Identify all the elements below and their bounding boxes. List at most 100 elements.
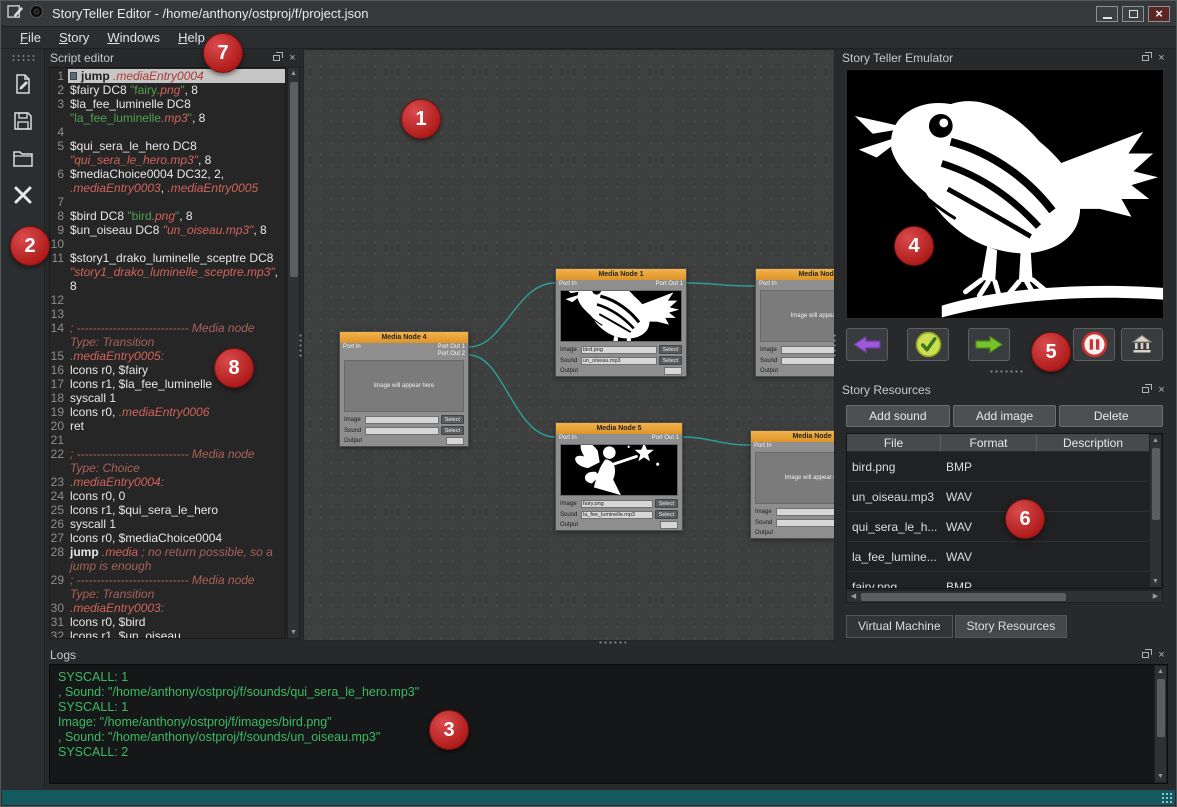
menu-windows[interactable]: Windows — [98, 27, 169, 48]
field-value[interactable]: fairy.png — [581, 500, 653, 508]
add-sound-button[interactable]: Add sound — [846, 405, 950, 427]
resize-grip[interactable] — [1161, 792, 1172, 803]
table-header-row: File Format Description — [847, 434, 1149, 452]
port-in[interactable]: Port In — [559, 435, 577, 442]
logs-output[interactable]: SYSCALL: 1, Sound: "/home/anthony/ostpro… — [49, 664, 1168, 784]
table-vertical-scrollbar[interactable]: ▲ ▼ — [1149, 434, 1162, 588]
open-project-button[interactable] — [8, 143, 38, 173]
column-header-description[interactable]: Description — [1037, 434, 1149, 451]
column-header-file[interactable]: File — [847, 434, 941, 451]
menu-story[interactable]: Story — [50, 27, 98, 48]
scroll-left-arrow-icon[interactable]: ◀ — [847, 591, 860, 602]
field-value[interactable] — [776, 508, 835, 516]
close-dock-button[interactable]: × — [287, 53, 298, 63]
splitter-handle[interactable] — [298, 333, 303, 359]
media-node[interactable]: Media Node 2Port InImage will appear her… — [755, 268, 835, 377]
media-node[interactable]: Media Node 4Port InPort Out 1Port Out 2I… — [339, 331, 469, 447]
select-button[interactable]: Select — [659, 356, 682, 365]
delete-button[interactable]: Delete — [1059, 405, 1163, 427]
menu-file[interactable]: File — [11, 27, 50, 48]
table-row[interactable]: fairy.pngBMP — [847, 572, 1149, 589]
scroll-down-arrow-icon[interactable]: ▼ — [1155, 771, 1166, 782]
logs-vertical-scrollbar[interactable]: ▲ ▼ — [1154, 665, 1167, 783]
float-dock-button[interactable] — [1140, 385, 1151, 395]
close-button[interactable]: × — [1148, 6, 1170, 22]
select-button[interactable]: Select — [655, 510, 678, 519]
project-icon[interactable] — [29, 4, 44, 24]
field-value[interactable] — [781, 357, 835, 365]
run-button[interactable] — [8, 224, 38, 254]
table-row[interactable]: qui_sera_le_h...WAV — [847, 512, 1149, 542]
new-script-button[interactable] — [8, 69, 38, 99]
close-project-button[interactable] — [8, 180, 38, 210]
field-value[interactable] — [365, 416, 439, 424]
port-in[interactable]: Port In — [343, 344, 361, 358]
scroll-up-arrow-icon[interactable]: ▲ — [1155, 666, 1166, 677]
output-spinner[interactable] — [664, 367, 682, 375]
ports-out[interactable]: Port Out 1 — [652, 435, 679, 442]
port-in[interactable]: Port In — [759, 281, 777, 288]
splitter-handle[interactable] — [989, 369, 1023, 374]
ports-out[interactable]: Port Out 1 — [656, 281, 683, 288]
media-node[interactable]: Media Node 5Port InPort Out 1Imagefairy.… — [555, 422, 683, 531]
forward-button[interactable] — [968, 328, 1010, 361]
float-dock-button[interactable] — [271, 53, 282, 63]
port-in[interactable]: Port In — [559, 281, 577, 288]
scroll-right-arrow-icon[interactable]: ▶ — [1149, 591, 1162, 602]
float-dock-button[interactable] — [1140, 650, 1151, 660]
table-row[interactable]: la_fee_lumine...WAV — [847, 542, 1149, 572]
field-value[interactable]: bird.png — [581, 346, 657, 354]
select-button[interactable]: Select — [441, 415, 464, 424]
maximize-button[interactable] — [1122, 6, 1144, 22]
tab-story-resources[interactable]: Story Resources — [955, 615, 1068, 638]
close-dock-button[interactable]: × — [1156, 385, 1167, 395]
column-header-format[interactable]: Format — [941, 434, 1037, 451]
close-dock-button[interactable]: × — [1156, 650, 1167, 660]
pause-button[interactable] — [1073, 328, 1115, 361]
select-button[interactable]: Select — [655, 499, 678, 508]
media-node[interactable]: Media Node 1Port InPort Out 1Imagebird.p… — [555, 268, 687, 377]
field-value[interactable] — [781, 346, 835, 354]
validate-button[interactable] — [907, 328, 949, 361]
splitter-handle[interactable] — [598, 640, 626, 645]
select-button[interactable]: Select — [659, 345, 682, 354]
resources-table[interactable]: File Format Description bird.pngBMPun_oi… — [846, 433, 1163, 589]
toolbar-grip-handle[interactable] — [11, 54, 35, 62]
table-row[interactable]: bird.pngBMP — [847, 452, 1149, 482]
output-spinner[interactable] — [446, 437, 464, 445]
scroll-down-arrow-icon[interactable]: ▼ — [1150, 576, 1161, 587]
node-canvas[interactable]: Media Node 4Port InPort Out 1Port Out 2I… — [303, 49, 835, 641]
output-spinner[interactable] — [660, 521, 678, 529]
port-in[interactable]: Port In — [754, 443, 772, 450]
tab-virtual-machine[interactable]: Virtual Machine — [846, 615, 953, 638]
save-button[interactable] — [8, 106, 38, 136]
add-image-button[interactable]: Add image — [953, 405, 1057, 427]
code-line: 15.mediaEntry0005: — [50, 349, 285, 363]
code-line: 31lcons r0, $bird — [50, 615, 285, 629]
back-button[interactable] — [846, 328, 888, 361]
script-editor-content[interactable]: 1jump .mediaEntry00042$fairy DC8 "fairy.… — [49, 67, 286, 639]
home-button[interactable] — [1121, 328, 1163, 361]
field-value[interactable]: la_fee_luminelle.mp3 — [581, 511, 653, 519]
scrollbar-thumb[interactable] — [861, 593, 1066, 601]
scroll-up-arrow-icon[interactable]: ▲ — [288, 68, 299, 79]
ports-out[interactable]: Port Out 1Port Out 2 — [438, 344, 465, 358]
close-dock-button[interactable]: × — [1156, 53, 1167, 63]
table-horizontal-scrollbar[interactable]: ◀ ▶ — [846, 590, 1163, 603]
select-button[interactable]: Select — [441, 426, 464, 435]
field-value[interactable]: un_oiseau.mp3 — [581, 357, 657, 365]
field-value[interactable] — [776, 519, 835, 527]
float-dock-button[interactable] — [1140, 53, 1151, 63]
line-number: 6 — [50, 167, 68, 195]
scrollbar-thumb[interactable] — [290, 82, 298, 277]
scrollbar-thumb[interactable] — [1157, 679, 1165, 737]
minimize-button[interactable] — [1096, 6, 1118, 22]
scrollbar-thumb[interactable] — [1152, 448, 1160, 520]
field-value[interactable] — [365, 427, 439, 435]
table-row[interactable]: un_oiseau.mp3WAV — [847, 482, 1149, 512]
scroll-up-arrow-icon[interactable]: ▲ — [1150, 435, 1161, 446]
media-node[interactable]: Media Node 3Port InImage will appear her… — [750, 430, 835, 539]
scroll-down-arrow-icon[interactable]: ▼ — [288, 627, 299, 638]
app-icon[interactable] — [7, 4, 24, 24]
menu-help[interactable]: Help — [169, 27, 214, 48]
